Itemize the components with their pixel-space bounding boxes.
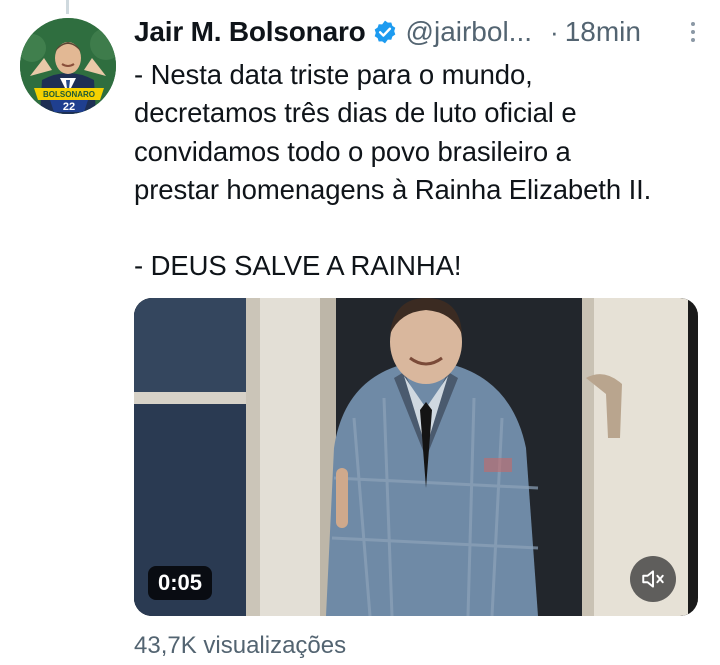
author-name[interactable]: Jair M. Bolsonaro [134, 16, 366, 48]
mute-toggle-button[interactable] [630, 556, 676, 602]
video-player[interactable]: 0:05 [134, 298, 698, 616]
verified-badge-icon [374, 20, 395, 44]
tweet-timestamp[interactable]: 18min [565, 16, 641, 48]
avatar[interactable]: BOLSONARO 22 [20, 18, 116, 114]
video-duration: 0:05 [148, 566, 213, 600]
avatar-image: BOLSONARO 22 [20, 18, 116, 114]
view-count: 43,7K visualizações [134, 632, 347, 659]
more-options-icon[interactable] [688, 17, 698, 47]
tweet-text: - Nesta data triste para o mundo, decret… [134, 59, 652, 282]
avatar-campaign-number: 22 [63, 101, 75, 113]
tweet-header: Jair M. Bolsonaro @jairbol... · 18min [134, 12, 698, 52]
volume-muted-icon [642, 570, 664, 588]
thread-connector-line [66, 0, 69, 14]
header-separator: · [550, 16, 559, 47]
video-thumbnail [134, 298, 698, 616]
avatar-campaign-text: BOLSONARO [43, 90, 95, 99]
author-handle[interactable]: @jairbol... [406, 16, 532, 48]
